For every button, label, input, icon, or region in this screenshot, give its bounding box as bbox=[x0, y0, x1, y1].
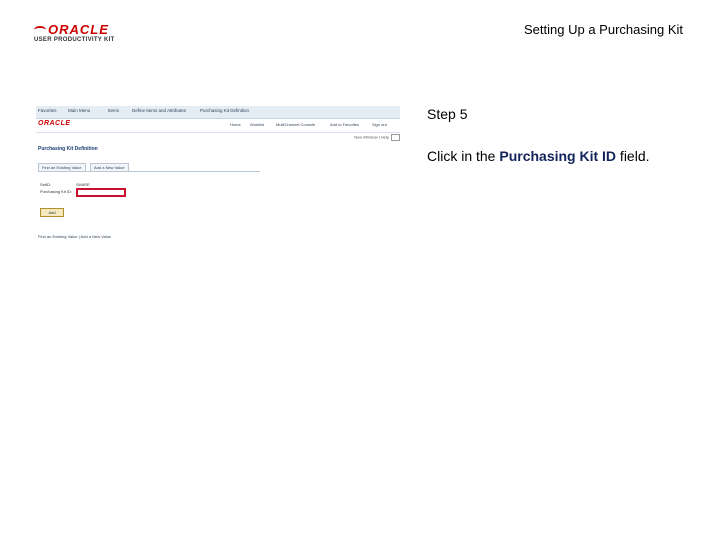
step-number: Step 5 bbox=[427, 106, 468, 122]
app-brand-logo: ORACLE bbox=[38, 120, 71, 127]
nav-home[interactable]: Home bbox=[230, 122, 241, 127]
logo-brand: ORACLE bbox=[48, 22, 109, 37]
breadcrumb-favorites[interactable]: Favorites bbox=[38, 108, 57, 113]
breadcrumb-bar: Favorites Main Menu Items Define Items a… bbox=[36, 106, 400, 119]
nav-add-to-favorites[interactable]: Add to Favorites bbox=[330, 122, 359, 127]
instruction-field-name: Purchasing Kit ID bbox=[499, 148, 617, 164]
logo-product: USER PRODUCTIVITY KIT bbox=[34, 37, 115, 43]
nav-sign-out[interactable]: Sign out bbox=[372, 122, 387, 127]
subnav-text[interactable]: New Window | Help bbox=[354, 135, 389, 140]
page-title: Purchasing Kit Definition bbox=[38, 146, 98, 152]
breadcrumb-purchasing-kit[interactable]: Purchasing Kit Definition bbox=[200, 108, 249, 113]
step-instruction: Click in the Purchasing Kit ID field. bbox=[427, 148, 650, 164]
breadcrumb-main-menu[interactable]: Main Menu bbox=[68, 108, 90, 113]
nav-worklist[interactable]: Worklist bbox=[250, 122, 264, 127]
oracle-upk-logo: ORACLE USER PRODUCTIVITY KIT bbox=[34, 22, 124, 48]
tab-underline bbox=[38, 171, 260, 172]
personalize-icon[interactable] bbox=[391, 134, 400, 141]
footer-links[interactable]: Find an Existing Value | Add a New Value bbox=[38, 234, 111, 239]
subnav-links[interactable]: New Window | Help bbox=[354, 134, 400, 141]
nav-multichannel-console[interactable]: MultiChannel Console bbox=[276, 122, 315, 127]
purchasing-kit-id-label: Purchasing Kit ID: bbox=[40, 189, 73, 194]
breadcrumb-define-items[interactable]: Define Items and Attributes bbox=[132, 108, 186, 113]
oracle-swoosh-icon bbox=[34, 26, 46, 34]
breadcrumb-items[interactable]: Items bbox=[108, 108, 119, 113]
header-nav: Home Worklist MultiChannel Console Add t… bbox=[226, 122, 400, 131]
document-title: Setting Up a Purchasing Kit bbox=[524, 22, 683, 37]
add-button[interactable]: Add bbox=[40, 208, 64, 217]
application-screenshot: Favorites Main Menu Items Define Items a… bbox=[36, 106, 400, 246]
header-divider bbox=[36, 132, 400, 133]
setid-value[interactable]: SHARE bbox=[76, 182, 90, 187]
instruction-prefix: Click in the bbox=[427, 148, 500, 164]
instruction-suffix: field. bbox=[616, 148, 650, 164]
setid-label: SetID: bbox=[40, 182, 52, 187]
purchasing-kit-id-input[interactable] bbox=[76, 188, 126, 197]
